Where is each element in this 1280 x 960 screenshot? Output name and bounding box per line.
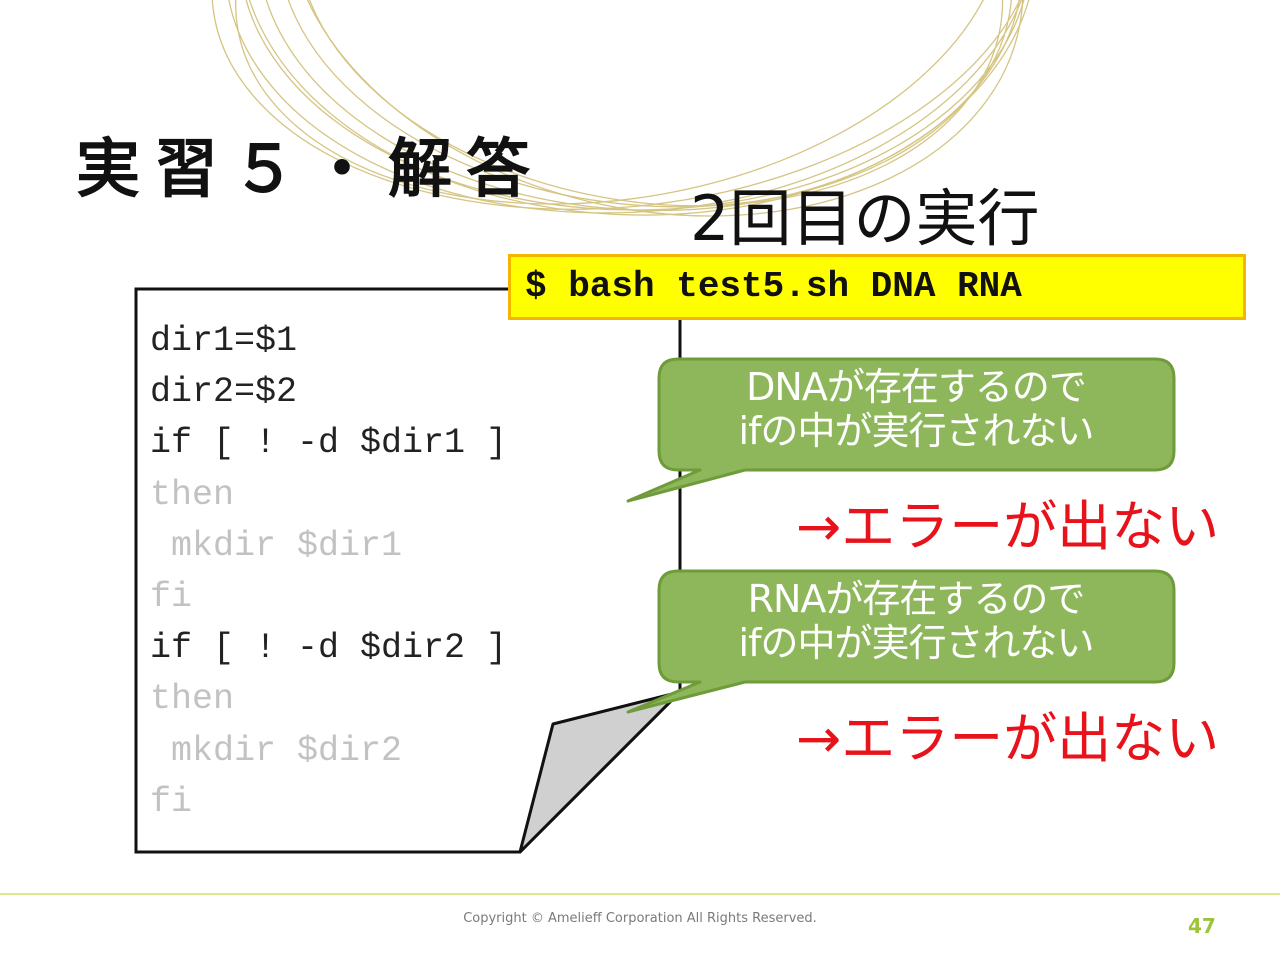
callout-text-dna: DNAが存在するので ifの中が実行されない <box>660 365 1172 453</box>
callout-shapes <box>626 357 1176 714</box>
callout-line: RNAが存在するので <box>747 577 1086 621</box>
result-text-rna: →エラーが出ない <box>796 707 1220 770</box>
callout-line: ifの中が実行されない <box>738 409 1095 453</box>
callout-text-rna: RNAが存在するので ifの中が実行されない <box>660 577 1172 665</box>
copyright-text: Copyright © Amelieff Corporation All Rig… <box>463 911 817 926</box>
callout-line: ifの中が実行されない <box>738 621 1095 665</box>
callout-line: DNAが存在するので <box>746 365 1087 409</box>
footer-divider <box>0 893 1280 895</box>
result-text-dna: →エラーが出ない <box>796 495 1220 558</box>
page-number: 47 <box>1188 914 1216 938</box>
